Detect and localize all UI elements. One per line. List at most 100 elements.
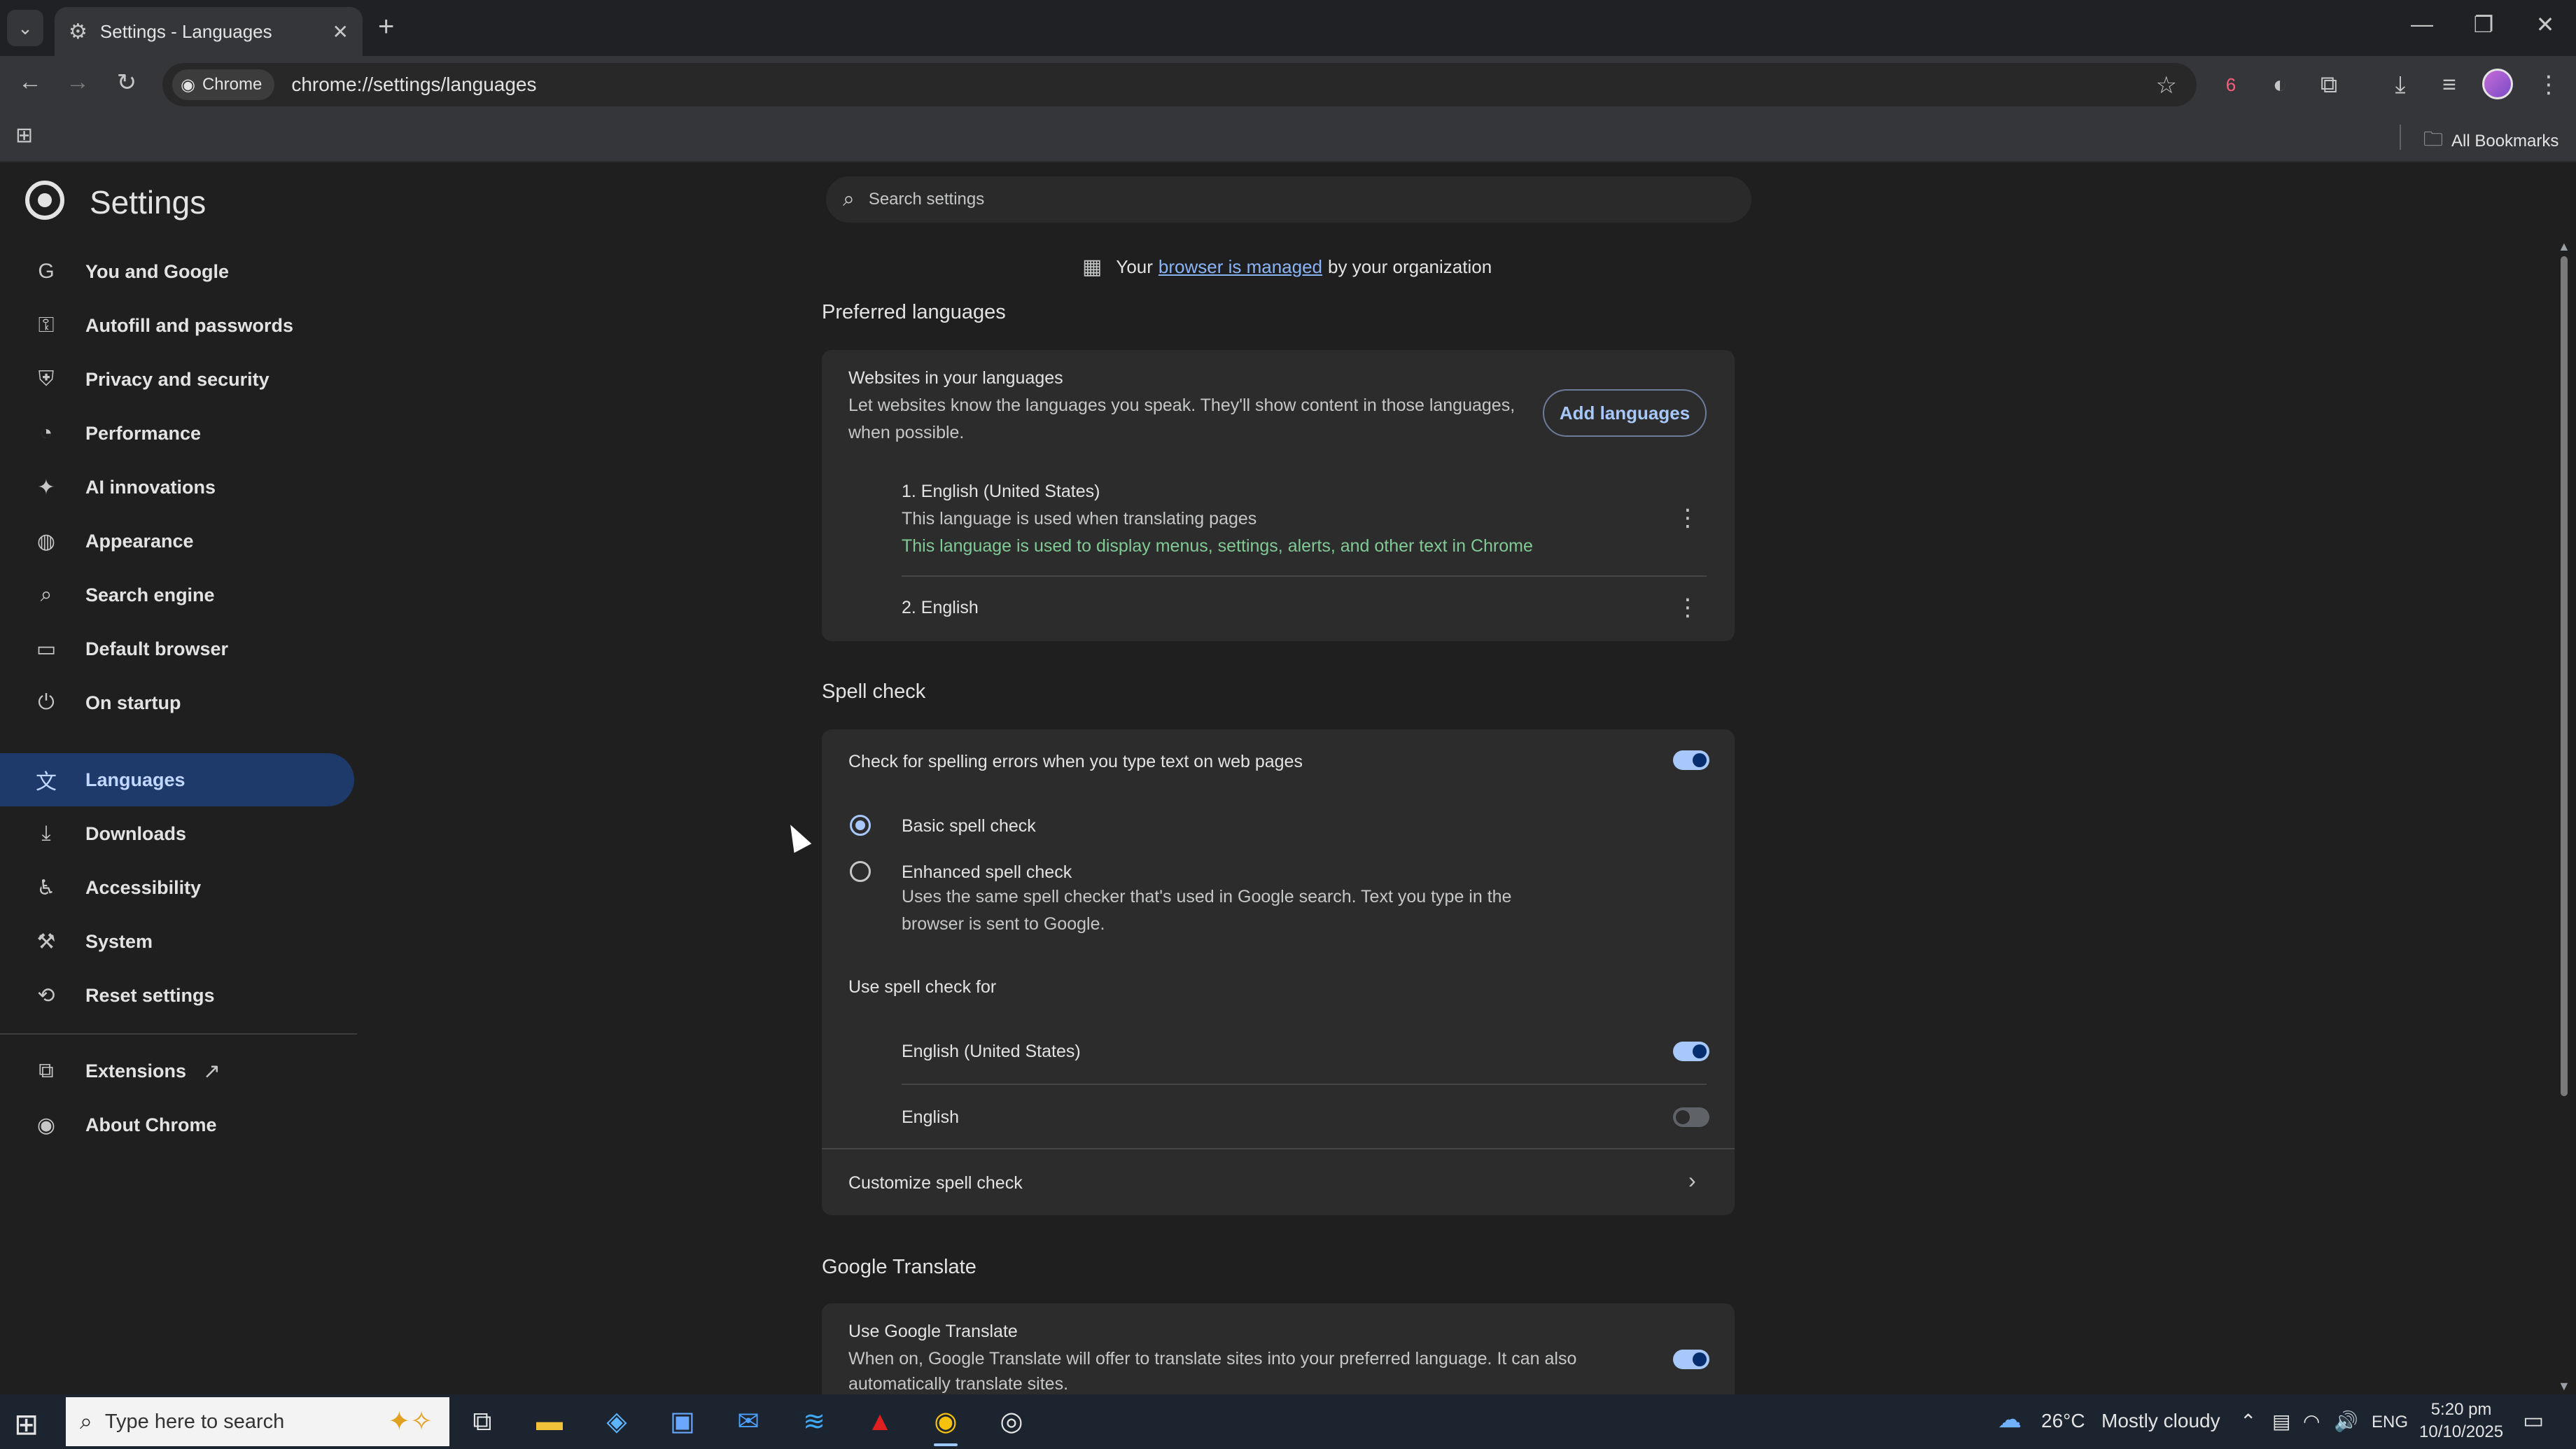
task-view-icon[interactable]: ⧉ [465, 1404, 500, 1439]
weather-temp[interactable]: 26°C [2041, 1410, 2085, 1432]
window-close-button[interactable]: ✕ [2524, 11, 2566, 38]
bookmark-star-icon[interactable]: ☆ [2156, 71, 2177, 99]
sidebar-item-default-browser[interactable]: ▭ Default browser [0, 622, 354, 676]
power-icon: ⏻ [38, 691, 55, 714]
google-translate-heading: Google Translate [822, 1256, 976, 1278]
basic-spell-check-radio[interactable] [850, 815, 871, 836]
sidebar-item-search-engine[interactable]: ⌕ Search engine [0, 568, 354, 622]
input-language[interactable]: ENG [2372, 1413, 2408, 1432]
profile-avatar[interactable] [2482, 69, 2513, 99]
shield-icon: ⛨ [38, 368, 55, 391]
taskbar-search-box[interactable]: ⌕ Type here to search ✦✧ [66, 1397, 449, 1446]
language-1-note-2: This language is used to display menus, … [902, 536, 1533, 556]
chrome-icon: ◉ [36, 1113, 56, 1137]
windows-start-icon[interactable]: ⊞ [14, 1407, 38, 1441]
scroll-up-icon[interactable]: ▲ [2558, 239, 2570, 254]
key-icon: ⚿ [38, 314, 55, 337]
search-input[interactable] [867, 189, 1637, 210]
tab-search-button[interactable]: ⌄ [7, 10, 43, 46]
sidebar-item-label: On startup [85, 692, 181, 713]
minimize-button[interactable]: — [2401, 11, 2443, 37]
extension-badge: 6 [2225, 74, 2236, 95]
sidebar-item-downloads[interactable]: ⤓ Downloads [0, 807, 354, 860]
managed-link[interactable]: browser is managed [1158, 256, 1322, 278]
add-languages-button[interactable]: Add languages [1543, 389, 1707, 437]
notification-icon[interactable]: ▭ [2523, 1407, 2544, 1434]
language-1-more-icon[interactable]: ⋮ [1676, 504, 1700, 532]
language-divider [902, 575, 1707, 577]
download-icon: ⤓ [41, 822, 51, 845]
wifi-icon[interactable]: ◠ [2303, 1410, 2320, 1433]
tray-chevron-up-icon[interactable]: ⌃ [2240, 1410, 2256, 1433]
page-scrollbar[interactable]: ▲ ▼ [2556, 239, 2572, 1394]
back-button[interactable]: ← [13, 69, 48, 96]
restore-button[interactable]: ❐ [2463, 11, 2505, 38]
spell-check-toggle[interactable] [1673, 750, 1709, 770]
sidebar-item-privacy[interactable]: ⛨ Privacy and security [0, 353, 354, 406]
download-icon[interactable]: ⤓ [2383, 67, 2418, 102]
reload-button[interactable]: ↻ [109, 69, 144, 97]
sidebar-item-reset-settings[interactable]: ⟲ Reset settings [0, 969, 354, 1022]
sidebar-item-label: Search engine [85, 584, 215, 606]
google-translate-card: Use Google Translate When on, Google Tra… [822, 1303, 1735, 1394]
mail-icon[interactable]: ✉ [731, 1404, 766, 1439]
spell-check-heading: Spell check [822, 680, 926, 703]
sidebar-item-about-chrome[interactable]: ◉ About Chrome [0, 1098, 354, 1152]
url-text[interactable]: chrome://settings/languages [291, 74, 536, 96]
extension-badge-icon[interactable]: 6 [2213, 67, 2248, 102]
sidebar-item-appearance[interactable]: ◍ Appearance [0, 514, 354, 568]
sidebar-item-ai-innovations[interactable]: ✦ AI innovations [0, 461, 354, 514]
sidebar-item-label: Accessibility [85, 876, 202, 898]
sidebar-item-system[interactable]: ⚒ System [0, 915, 354, 968]
chrome-settings-logo-icon [25, 181, 64, 220]
search-settings-box[interactable]: ⌕ [826, 176, 1751, 223]
tab-title: Settings - Languages [99, 20, 272, 42]
forward-button[interactable]: → [60, 69, 95, 96]
clock-time: 5:20 pm [2430, 1400, 2492, 1419]
websites-desc-2: when possible. [848, 423, 965, 442]
chevron-right-icon[interactable]: › [1688, 1168, 1696, 1194]
pdf-reader-icon[interactable]: ▲ [862, 1404, 897, 1439]
all-bookmarks-button[interactable]: 🗀 All Bookmarks [2423, 125, 2558, 158]
spell-lang-1-toggle[interactable] [1673, 1042, 1709, 1061]
recorder-icon[interactable]: ◎ [994, 1404, 1029, 1439]
store-icon[interactable]: ▣ [665, 1404, 700, 1439]
sidebar-item-accessibility[interactable]: ♿ Accessibility [0, 861, 354, 914]
extension-compass-icon[interactable]: ◐ [2262, 67, 2297, 102]
sidebar-item-on-startup[interactable]: ⏻ On startup [0, 676, 354, 729]
new-tab-button[interactable]: + [378, 13, 394, 41]
chrome-taskbar-icon[interactable]: ◉ [928, 1404, 963, 1446]
google-translate-toggle[interactable] [1673, 1350, 1709, 1369]
address-bar[interactable]: ◉ Chrome chrome://settings/languages ☆ [162, 63, 2197, 106]
sidebar-item-languages[interactable]: 文 Languages [0, 753, 354, 806]
weather-icon[interactable]: ☁ [1998, 1406, 2022, 1434]
weather-desc[interactable]: Mostly cloudy [2101, 1410, 2220, 1432]
apps-grid-icon[interactable]: ⊞ [15, 123, 33, 148]
puzzle-icon[interactable]: ⧉ [2311, 67, 2346, 102]
close-icon[interactable]: ✕ [332, 20, 349, 43]
reset-icon: ⟲ [37, 983, 55, 1007]
network-app-icon[interactable]: ≋ [797, 1404, 832, 1439]
speedometer-icon: ◔ [39, 421, 53, 444]
copilot-icon[interactable]: ◈ [599, 1404, 634, 1439]
scroll-thumb[interactable] [2561, 256, 2568, 1096]
customize-spell-check-link[interactable]: Customize spell check [848, 1173, 1023, 1194]
sidebar-item-performance[interactable]: ◔ Performance [0, 407, 354, 460]
language-2-more-icon[interactable]: ⋮ [1676, 594, 1700, 622]
taskbar-clock[interactable]: 5:20 pm 10/10/2025 [2419, 1399, 2503, 1443]
sidebar-item-you-and-google[interactable]: G You and Google [0, 245, 354, 298]
active-tab[interactable]: ⚙ Settings - Languages ✕ [55, 7, 363, 56]
tray-device-icon[interactable]: ▤ [2272, 1410, 2290, 1433]
sidebar-item-autofill[interactable]: ⚿ Autofill and passwords [0, 299, 354, 352]
sidebar-item-extensions[interactable]: ⧉ Extensions ↗ [0, 1044, 354, 1098]
spell-lang-2-toggle[interactable] [1673, 1107, 1709, 1127]
reading-list-icon[interactable]: ≡ [2432, 67, 2467, 102]
scroll-down-icon[interactable]: ▼ [2558, 1379, 2570, 1394]
websites-desc-1: Let websites know the languages you spea… [848, 396, 1516, 415]
file-explorer-icon[interactable]: ▬ [532, 1404, 567, 1439]
enhanced-spell-check-radio[interactable] [850, 861, 871, 882]
sidebar-divider [0, 1033, 357, 1035]
site-info-chip[interactable]: ◉ Chrome [172, 69, 275, 100]
menu-kebab-icon[interactable]: ⋮ [2531, 67, 2566, 102]
volume-icon[interactable]: 🔊 [2334, 1410, 2358, 1433]
